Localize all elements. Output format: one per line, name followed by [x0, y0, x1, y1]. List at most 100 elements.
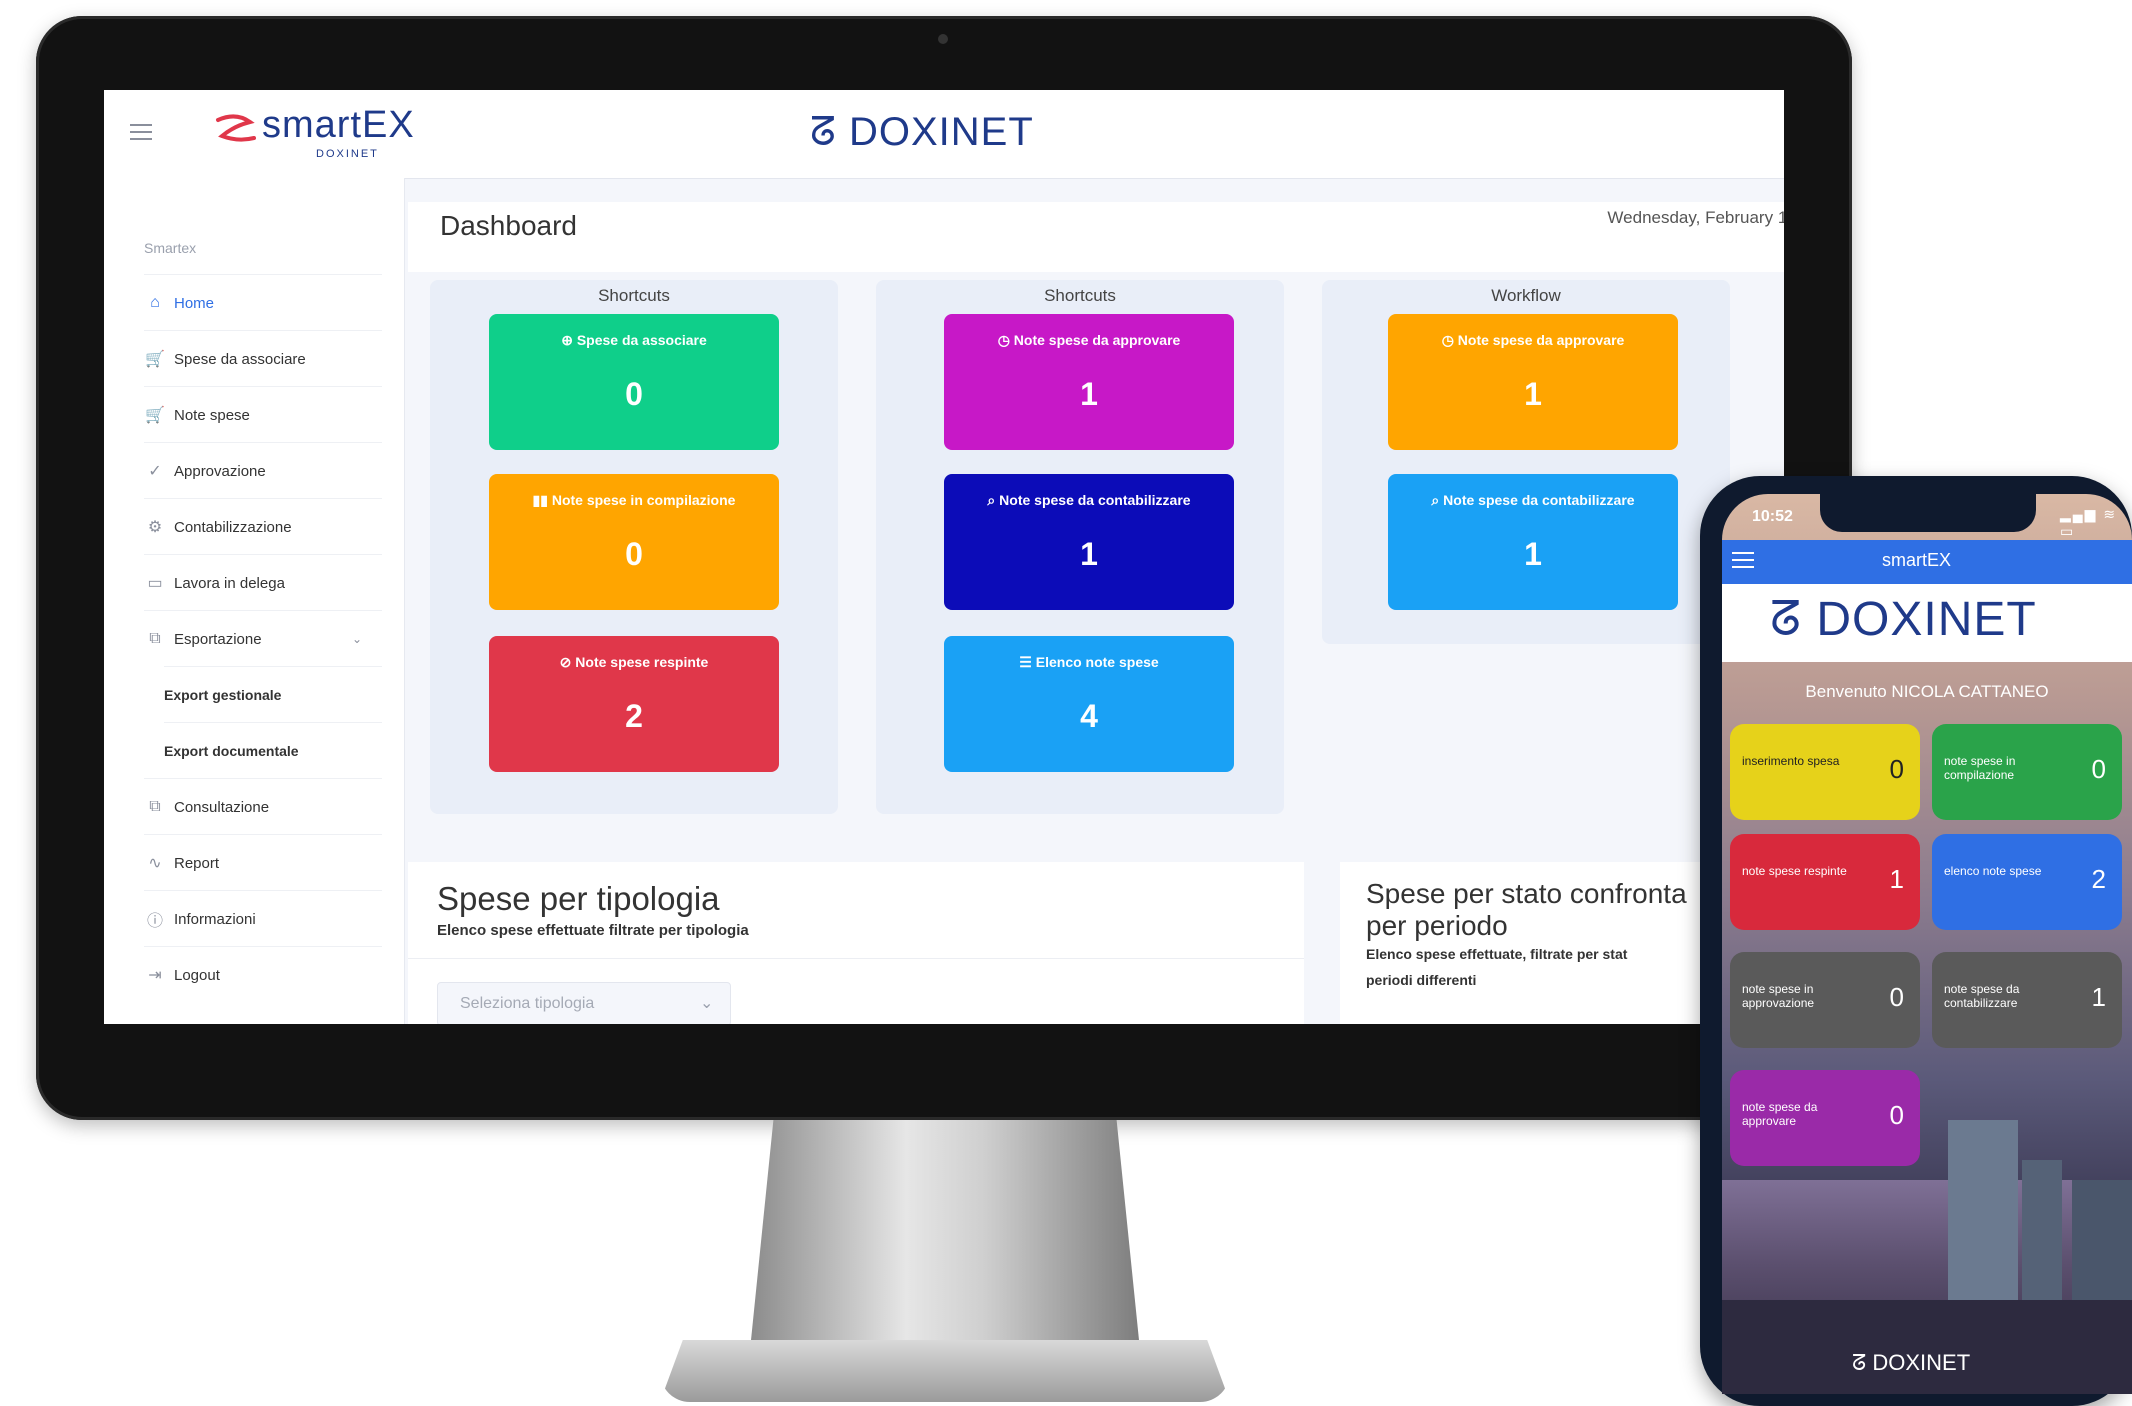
phone-tile-elenco-note-spese[interactable]: elenco note spese 2 [1932, 834, 2122, 930]
group-title: Shortcuts [598, 286, 670, 305]
sidebar-item-report[interactable]: ∿ Report [144, 834, 382, 891]
tile-label: note spese da approvare [1742, 1100, 1818, 1128]
sidebar-item-consultazione[interactable]: ⧉ Consultazione [144, 778, 382, 835]
sidebar-item-home[interactable]: ⌂ Home [144, 274, 382, 331]
tile-elenco-note-spese[interactable]: ☰ Elenco note spese 4 [944, 636, 1234, 772]
sidebar-item-lavora-in-delega[interactable]: ▭ Lavora in delega [144, 554, 382, 611]
smartex-swirl-icon [216, 114, 256, 142]
card-divider [408, 958, 1304, 959]
phone-tile-note-spese-in-approvazione[interactable]: note spese in approvazione 0 [1730, 952, 1920, 1048]
sidebar-item-export-gestionale[interactable]: Export gestionale [164, 666, 382, 723]
phone-welcome: Benvenuto NICOLA CATTANEO [1805, 682, 2049, 701]
list-icon: ☰ [1019, 654, 1032, 670]
ban-icon: ⊘ [559, 654, 572, 670]
sidebar-section-title: Smartex [144, 240, 197, 256]
sidebar-item-label: Home [174, 294, 215, 312]
plus-circle-icon: ⊕ [561, 332, 573, 348]
tile-note-spese-da-approvare[interactable]: ◷ Note spese da approvare 1 [944, 314, 1234, 450]
sidebar-item-spese-da-associare[interactable]: 🛒 Spese da associare [144, 330, 382, 387]
brand-sub: DOXINET [316, 148, 379, 160]
clock-icon: ◷ [997, 332, 1010, 348]
card-subtitle-line1: Elenco spese effettuate, filtrate per st… [1366, 946, 1628, 962]
tile-value: 0 [625, 376, 643, 412]
sidebar-item-note-spese[interactable]: 🛒 Note spese [144, 386, 382, 443]
chevron-down-icon[interactable]: ⌄ [352, 632, 362, 646]
monitor-screen: smartEX DOXINET ᘔ DOXINET Smartex ⌂ Home… [104, 90, 1784, 1024]
sidebar-item-contabilizzazione[interactable]: ⚙ Contabilizzazione [144, 498, 382, 555]
card-subtitle-line2: periodi differenti [1366, 972, 1477, 988]
sidebar-item-esportazione[interactable]: ⧉ Esportazione ⌄ [144, 610, 382, 667]
smartex-logo[interactable]: smartEX DOXINET [204, 104, 434, 164]
phone-status-icons: ▂▄▆ ≋ ▭ [2060, 506, 2118, 539]
tile-workflow-note-spese-da-approvare[interactable]: ◷ Note spese da approvare 1 [1388, 314, 1678, 450]
sidebar-item-label: Consultazione [174, 798, 270, 816]
sidebar-item-label: Approvazione [174, 462, 266, 480]
search-icon: ⌕ [987, 492, 996, 508]
tipologia-select[interactable]: Seleziona tipologia ⌄ [437, 982, 731, 1024]
phone-notch [1820, 494, 2036, 532]
tile-label: note spese in compilazione [1944, 754, 2016, 782]
cart-icon: 🛒 [145, 407, 165, 424]
tile-value: 0 [1889, 754, 1904, 784]
tile-note-spese-in-compilazione[interactable]: ▮▮ Note spese in compilazione 0 [489, 474, 779, 610]
tile-label: Note spese in compilazione [551, 492, 736, 508]
tile-label: Note spese da approvare [1013, 332, 1181, 348]
tile-value: 1 [2091, 982, 2106, 1012]
sidebar-item-informazioni[interactable]: ⓘ Informazioni [144, 890, 382, 947]
group-title: Workflow [1491, 286, 1561, 305]
tile-spese-da-associare[interactable]: ⊕ Spese da associare 0 [489, 314, 779, 450]
sidebar-item-label: Esportazione [174, 630, 262, 648]
tile-label: note spese da contabilizzare [1944, 982, 2020, 1010]
tile-label: Spese da associare [576, 332, 707, 348]
card-title-line2: per periodo [1366, 910, 1508, 941]
phone-tile-note-spese-respinte[interactable]: note spese respinte 1 [1730, 834, 1920, 930]
tile-label: note spese in approvazione [1742, 982, 1815, 1010]
tile-value: 1 [1080, 376, 1098, 412]
gear-icon: ⚙ [147, 519, 163, 536]
tile-value: 0 [625, 536, 643, 572]
tile-value: 2 [625, 698, 643, 734]
monitor-stand-base [660, 1340, 1230, 1402]
tile-value: 1 [1524, 376, 1542, 412]
phone-menu-icon[interactable] [1732, 552, 1754, 573]
card-title-line1: Spese per stato confronta [1366, 878, 1687, 909]
sidebar-item-approvazione[interactable]: ✓ Approvazione [144, 442, 382, 499]
app-header: smartEX DOXINET ᘔ DOXINET [104, 90, 1784, 179]
tile-value: 0 [2091, 754, 2106, 784]
sidebar: Smartex ⌂ Home 🛒 Spese da associare 🛒 No… [104, 178, 405, 1024]
sidebar-item-label: Contabilizzazione [174, 518, 292, 536]
group-title: Shortcuts [1044, 286, 1116, 305]
hamburger-menu-icon[interactable] [130, 124, 152, 140]
tile-note-spese-respinte[interactable]: ⊘ Note spese respinte 2 [489, 636, 779, 772]
logout-icon: ⇥ [148, 967, 162, 984]
building-shape [2072, 1180, 2132, 1300]
card-title: Spese per tipologia [437, 880, 720, 917]
sidebar-item-label: Export gestionale [164, 687, 282, 703]
tile-note-spese-da-contabilizzare[interactable]: ⌕ Note spese da contabilizzare 1 [944, 474, 1234, 610]
phone-brand: smartEX [1882, 550, 1952, 570]
phone-doxinet-logo: ᘔ DOXINET [1770, 593, 2037, 646]
tile-value: 4 [1080, 698, 1098, 734]
select-placeholder: Seleziona tipologia [460, 995, 595, 1012]
phone-tile-note-spese-da-approvare[interactable]: note spese da approvare 0 [1730, 1070, 1920, 1166]
river-shape [1722, 1300, 2132, 1394]
tile-label: inserimento spesa [1742, 754, 1840, 768]
tile-label: elenco note spese [1944, 864, 2042, 878]
tile-workflow-note-spese-da-contabilizzare[interactable]: ⌕ Note spese da contabilizzare 1 [1388, 474, 1678, 610]
tile-value: 2 [2091, 864, 2106, 894]
monitor-stand-neck [750, 1120, 1140, 1350]
sidebar-item-logout[interactable]: ⇥ Logout [144, 946, 382, 1003]
tile-label: Note spese respinte [575, 654, 709, 670]
dashboard-date: Wednesday, February 10, 2021 [1607, 208, 1784, 227]
pulse-icon: ∿ [148, 855, 162, 872]
phone-tile-note-spese-da-contabilizzare[interactable]: note spese da contabilizzare 1 [1932, 952, 2122, 1048]
building-shape [2022, 1160, 2062, 1300]
sidebar-item-label: Spese da associare [174, 350, 306, 368]
check-circle-icon: ✓ [148, 463, 162, 480]
sidebar-item-label: Note spese [174, 406, 250, 424]
phone-tile-inserimento-spesa[interactable]: inserimento spesa 0 [1730, 724, 1920, 820]
chevron-down-icon: ⌄ [700, 995, 714, 1012]
sidebar-item-export-documentale[interactable]: Export documentale [164, 722, 382, 779]
phone-tile-note-spese-in-compilazione[interactable]: note spese in compilazione 0 [1932, 724, 2122, 820]
tile-value: 0 [1889, 982, 1904, 1012]
